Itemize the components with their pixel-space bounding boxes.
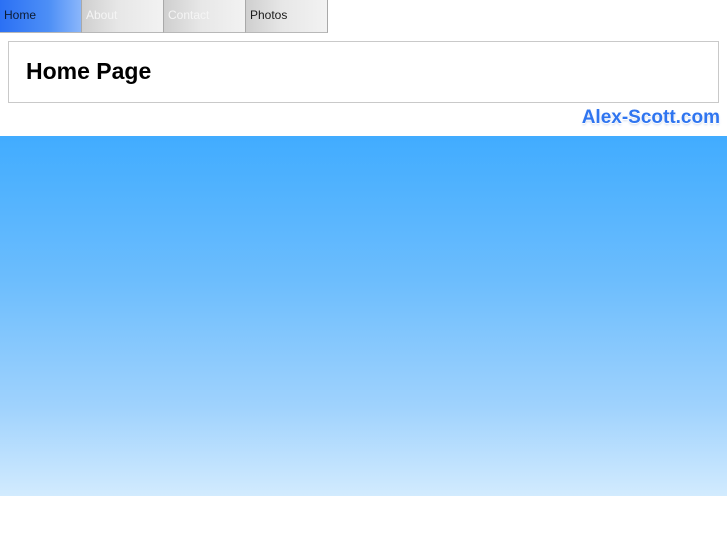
- top-nav: Home About Contact Photos: [0, 0, 328, 33]
- tab-contact[interactable]: Contact: [164, 0, 246, 33]
- tab-about-label: About: [86, 8, 118, 22]
- hero-banner: [0, 136, 727, 496]
- tab-photos[interactable]: Photos: [246, 0, 328, 33]
- tab-home-label: Home: [4, 8, 37, 22]
- page-title: Home Page: [26, 58, 152, 84]
- page-header: Home Page: [8, 41, 719, 103]
- tab-home[interactable]: Home: [0, 0, 82, 33]
- brand-link[interactable]: Alex-Scott.com: [582, 107, 720, 129]
- tab-contact-label: Contact: [168, 8, 210, 22]
- tab-photos-label: Photos: [250, 8, 288, 22]
- tab-about[interactable]: About: [82, 0, 164, 33]
